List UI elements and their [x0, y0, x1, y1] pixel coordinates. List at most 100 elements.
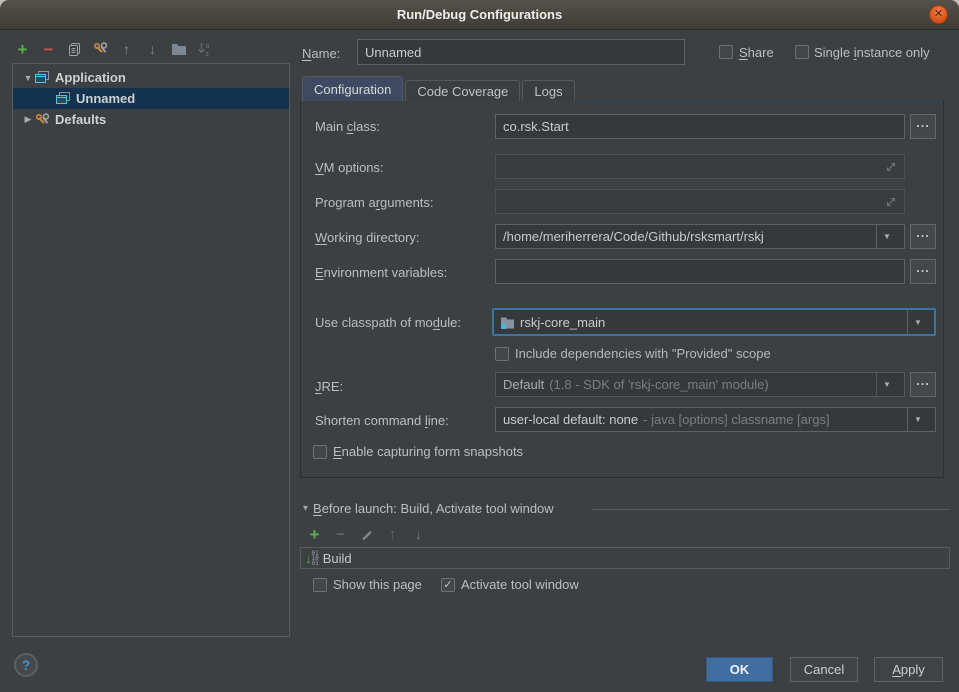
main-class-browse-button[interactable]: ... [910, 114, 936, 139]
section-collapse-icon[interactable]: ▾ [303, 503, 308, 514]
share-label: Share [739, 45, 774, 60]
before-launch-title: Before launch: Build, Activate tool wind… [313, 501, 554, 516]
shorten-command-line-label: Shorten command line: [315, 413, 449, 428]
svg-text:a: a [205, 43, 209, 50]
vm-options-field[interactable] [495, 154, 905, 179]
move-task-up-button[interactable]: ↑ [384, 525, 401, 543]
titlebar: Run/Debug Configurations ✕ [0, 0, 959, 30]
configurations-toolbar: + − ↑ ↓ az [14, 39, 213, 59]
run-debug-configurations-dialog: Run/Debug Configurations ✕ + − ↑ ↓ az ▼ … [0, 0, 959, 692]
move-down-icon: ↓ [415, 527, 422, 541]
main-class-field[interactable]: co.rsk.Start [495, 114, 905, 139]
copy-configuration-button[interactable] [66, 40, 83, 58]
activate-tool-window-checkbox[interactable]: ✓ [441, 578, 455, 592]
remove-configuration-button[interactable]: − [40, 40, 57, 58]
close-icon: ✕ [934, 9, 943, 20]
ok-button[interactable]: OK [706, 657, 773, 682]
expand-field-icon [885, 196, 897, 208]
copy-icon [67, 42, 82, 57]
move-down-icon: ↓ [149, 42, 156, 56]
dropdown-arrow-icon[interactable]: ▼ [876, 225, 897, 248]
working-directory-combo[interactable]: /home/meriherrera/Code/Github/rsksmart/r… [495, 224, 905, 249]
edit-pencil-icon [360, 527, 374, 541]
include-dependencies-label: Include dependencies with "Provided" sco… [515, 346, 771, 361]
add-icon: + [310, 526, 320, 543]
environment-variables-field[interactable] [495, 259, 905, 284]
tree-item-label: Defaults [55, 112, 106, 127]
environment-variables-browse-button[interactable]: ... [910, 259, 936, 284]
share-checkbox[interactable]: ✓ [719, 45, 733, 59]
before-launch-task-build[interactable]: ↓ 01 10 01 Build [300, 547, 950, 569]
move-up-icon: ↑ [389, 527, 397, 542]
main-class-label: Main class: [315, 119, 380, 134]
jre-combo[interactable]: Default (1.8 - SDK of 'rskj-core_main' m… [495, 372, 905, 397]
single-instance-checkbox[interactable]: ✓ [795, 45, 809, 59]
close-button[interactable]: ✕ [929, 5, 948, 24]
move-task-down-button[interactable]: ↓ [410, 525, 427, 543]
environment-variables-label: Environment variables: [315, 265, 447, 280]
move-up-button[interactable]: ↑ [118, 40, 135, 58]
sort-configurations-button[interactable]: az [196, 40, 213, 58]
tree-collapsed-icon[interactable]: ▶ [21, 114, 35, 125]
include-dependencies-checkbox[interactable]: ✓ [495, 347, 509, 361]
create-folder-button[interactable] [170, 40, 187, 58]
show-this-page-checkbox[interactable]: ✓ [313, 578, 327, 592]
add-configuration-button[interactable]: + [14, 40, 31, 58]
settings-wrench-icon [35, 112, 51, 128]
dropdown-arrow-icon[interactable]: ▼ [907, 310, 928, 334]
use-classpath-combo[interactable]: rskj-core_main ▼ [492, 308, 936, 336]
build-icon: ↓ 01 10 01 [305, 551, 319, 566]
enable-capturing-label: Enable capturing form snapshots [333, 444, 523, 459]
tree-item-defaults[interactable]: ▶ Defaults [13, 109, 289, 130]
single-instance-label: Single instance only [814, 45, 930, 60]
application-icon [56, 92, 71, 105]
activate-tool-window-label: Activate tool window [461, 577, 579, 592]
expand-field-icon [885, 161, 897, 173]
folder-icon [171, 42, 187, 56]
enable-capturing-checkbox[interactable]: ✓ [313, 445, 327, 459]
edit-defaults-button[interactable] [92, 40, 109, 58]
vm-options-label: VM options: [315, 160, 384, 175]
working-directory-browse-button[interactable]: ... [910, 224, 936, 249]
remove-task-button[interactable]: − [332, 525, 349, 543]
add-task-button[interactable]: + [306, 525, 323, 543]
name-input[interactable] [357, 39, 685, 65]
module-icon [500, 315, 515, 329]
shorten-command-line-combo[interactable]: user-local default: none - java [options… [495, 407, 936, 432]
help-button[interactable]: ? [14, 653, 38, 677]
configurations-tree: ▼ Application Unnamed ▶ Defaults [12, 63, 290, 637]
edit-task-button[interactable] [358, 525, 375, 543]
dropdown-arrow-icon[interactable]: ▼ [907, 408, 928, 431]
program-arguments-field[interactable] [495, 189, 905, 214]
show-this-page-label: Show this page [333, 577, 422, 592]
apply-button[interactable]: Apply [874, 657, 943, 682]
tab-configuration[interactable]: Configuration [302, 76, 403, 101]
tab-code-coverage[interactable]: Code Coverage [405, 80, 520, 101]
working-directory-label: Working directory: [315, 230, 420, 245]
config-tabs: Configuration Code Coverage Logs [302, 76, 577, 101]
task-label: Build [323, 551, 352, 566]
help-icon: ? [22, 657, 31, 673]
cancel-button[interactable]: Cancel [790, 657, 858, 682]
tab-logs[interactable]: Logs [522, 80, 574, 101]
jre-browse-button[interactable]: ... [910, 372, 936, 397]
remove-icon: − [44, 41, 54, 58]
tree-item-application[interactable]: ▼ Application [13, 67, 289, 88]
before-launch-separator [591, 509, 950, 510]
tree-item-unnamed[interactable]: Unnamed [13, 88, 289, 109]
tree-item-label: Application [55, 70, 126, 85]
tree-item-label: Unnamed [76, 91, 135, 106]
name-label: Name: [302, 46, 340, 61]
application-icon [35, 71, 50, 84]
settings-wrench-icon [93, 41, 109, 57]
tree-expanded-icon[interactable]: ▼ [21, 73, 35, 83]
dropdown-arrow-icon[interactable]: ▼ [876, 373, 897, 396]
dialog-title: Run/Debug Configurations [0, 7, 959, 22]
jre-label: JRE: [315, 379, 343, 394]
before-launch-toolbar: + − ↑ ↓ [306, 526, 427, 542]
add-icon: + [18, 41, 28, 58]
before-launch-header[interactable]: ▾ Before launch: Build, Activate tool wi… [303, 501, 554, 516]
svg-text:z: z [205, 51, 209, 57]
move-down-button[interactable]: ↓ [144, 40, 161, 58]
remove-icon: − [336, 527, 345, 542]
